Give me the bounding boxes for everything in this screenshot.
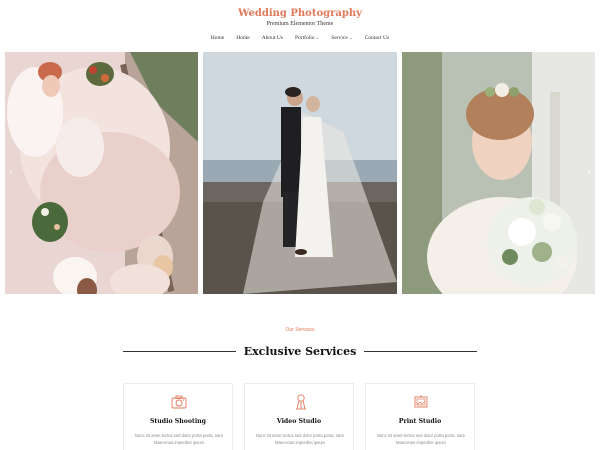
nav-item-contact[interactable]: Contact Us <box>359 35 396 41</box>
chevron-down-icon: ⌄ <box>348 35 353 40</box>
nav-item-service[interactable]: Service ⌄ <box>325 35 358 41</box>
services-cards: Studio Shooting Nunc sit amet lectus sed… <box>123 383 477 450</box>
slide-image-bridal-party <box>5 52 198 294</box>
divider-line <box>364 350 478 352</box>
chevron-left-icon[interactable]: ‹ <box>9 168 13 178</box>
service-card-text: Nunc sit amet lectus sed dolor porta por… <box>255 433 345 445</box>
service-card[interactable]: Print Studio Nunc sit amet lectus sed do… <box>365 383 475 450</box>
service-card[interactable]: Video Studio Nunc sit amet lectus sed do… <box>244 383 354 450</box>
spotlight-icon <box>296 394 306 410</box>
slide-image-bride-bouquet <box>402 52 595 294</box>
main-nav: Home Home About Us Portfolio ⌄ Service ⌄ C… <box>0 35 600 41</box>
service-card-text: Nunc sit amet lectus sed dolor porta por… <box>134 433 224 445</box>
slide-image-couple-beach <box>203 52 397 294</box>
services-eyebrow: Our Services <box>285 327 315 333</box>
service-card-title: Video Studio <box>276 418 322 425</box>
service-card-title: Studio Shooting <box>149 418 207 425</box>
site-tagline: Premium Elementor Theme <box>266 21 334 27</box>
camera-icon <box>171 395 187 409</box>
nav-item-label: About Us <box>261 35 283 41</box>
section-heading: Exclusive Services <box>243 344 357 358</box>
nav-item-label: Portfolio <box>294 35 315 41</box>
nav-item-label: Service <box>331 35 348 41</box>
nav-item-label: Contact Us <box>364 35 390 41</box>
nav-item-about[interactable]: About Us <box>256 35 289 41</box>
nav-item-home[interactable]: Home <box>205 35 230 41</box>
divider-line <box>123 350 236 352</box>
nav-item-portfolio[interactable]: Portfolio ⌄ <box>289 35 325 41</box>
print-frame-icon <box>414 395 428 408</box>
services-heading-row: Exclusive Services <box>123 344 478 358</box>
nav-item-label: Home <box>210 35 225 41</box>
chevron-right-icon[interactable]: › <box>587 168 591 178</box>
chevron-down-icon: ⌄ <box>315 35 320 40</box>
nav-item-label: Home <box>236 35 250 41</box>
site-title[interactable]: Wedding Photography <box>0 8 600 19</box>
service-card-title: Print Studio <box>398 418 442 425</box>
hero-image-slider[interactable]: ‹ › <box>5 52 595 294</box>
nav-item-home-2[interactable]: Home <box>230 35 255 41</box>
service-card[interactable]: Studio Shooting Nunc sit amet lectus sed… <box>123 383 233 450</box>
service-card-text: Nunc sit amet lectus sed dolor porta por… <box>376 433 466 445</box>
site-header: Wedding Photography Premium Elementor Th… <box>0 0 600 50</box>
